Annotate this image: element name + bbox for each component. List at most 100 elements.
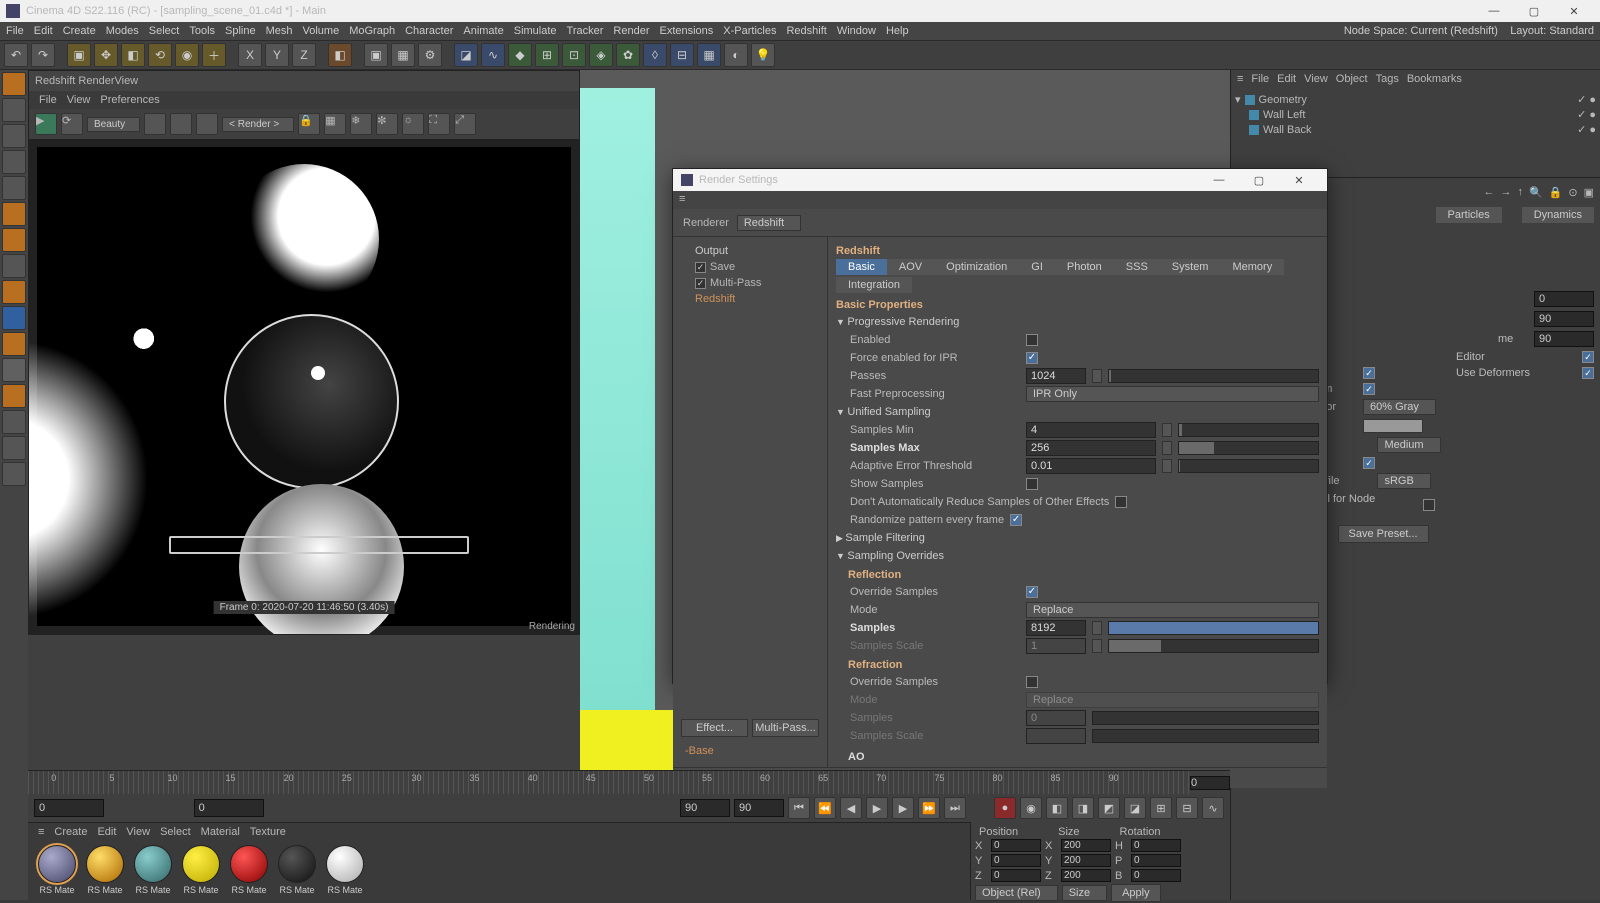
generator-icon[interactable]: ◆ bbox=[508, 43, 532, 67]
rv-options-icon[interactable]: ☼ bbox=[402, 113, 424, 135]
tweak-icon[interactable] bbox=[2, 384, 26, 408]
rv-snow-icon[interactable]: ❄ bbox=[350, 113, 372, 135]
rv-bucket-icon[interactable] bbox=[144, 113, 166, 135]
obj-menu-view[interactable]: View bbox=[1304, 73, 1328, 85]
rs-preset-base[interactable]: -Base bbox=[677, 741, 823, 761]
rs-enabled-checkbox[interactable] bbox=[1026, 334, 1038, 346]
rs-aet-slider[interactable] bbox=[1178, 459, 1319, 473]
attr-linwf-checkbox[interactable] bbox=[1363, 457, 1375, 469]
cube-icon[interactable]: ◧ bbox=[328, 43, 352, 67]
field-icon[interactable]: ⊡ bbox=[562, 43, 586, 67]
rs-refl-mode-dropdown[interactable]: Replace bbox=[1026, 602, 1319, 618]
obj-menu-tags[interactable]: Tags bbox=[1376, 73, 1399, 85]
rs-smax-slider[interactable] bbox=[1178, 441, 1319, 455]
attr-usecc-checkbox[interactable] bbox=[1423, 499, 1435, 511]
coord-b-input[interactable] bbox=[1131, 869, 1181, 882]
renderview-tab[interactable]: Redshift RenderView bbox=[35, 75, 138, 87]
render-region-button[interactable]: ▦ bbox=[391, 43, 415, 67]
frame-start-input[interactable] bbox=[34, 799, 104, 817]
next-frame-button[interactable]: ▶ bbox=[892, 797, 914, 819]
menu-volume[interactable]: Volume bbox=[303, 25, 340, 37]
rs-group-filter[interactable]: Sample Filtering bbox=[836, 529, 1319, 547]
pin-icon[interactable]: ⊙ bbox=[1568, 186, 1577, 199]
frame-end-input[interactable] bbox=[680, 799, 730, 817]
rs-tab-sss[interactable]: SSS bbox=[1114, 259, 1160, 275]
prim-cube-icon[interactable]: ◪ bbox=[454, 43, 478, 67]
rs-tab-memory[interactable]: Memory bbox=[1220, 259, 1284, 275]
nav-back-icon[interactable]: ← bbox=[1483, 186, 1494, 199]
deformer-icon[interactable]: ◈ bbox=[589, 43, 613, 67]
attr-usedef-checkbox[interactable] bbox=[1582, 367, 1594, 379]
minimize-button[interactable]: — bbox=[1474, 0, 1514, 22]
point-mode-icon[interactable] bbox=[2, 150, 26, 174]
key-opts-button[interactable]: ⊟ bbox=[1176, 797, 1198, 819]
render-settings-button[interactable]: ⚙ bbox=[418, 43, 442, 67]
hamburger-icon[interactable]: ≡ bbox=[679, 193, 685, 205]
spinner-icon[interactable] bbox=[1092, 369, 1102, 383]
rs-group-progressive[interactable]: Progressive Rendering bbox=[836, 313, 1319, 331]
rv-refresh-button[interactable]: ⟳ bbox=[61, 113, 83, 135]
grid-icon[interactable]: ▦ bbox=[697, 43, 721, 67]
psr-tool[interactable]: ◉ bbox=[175, 43, 199, 67]
rv-render-dropdown[interactable]: < Render > bbox=[222, 117, 294, 132]
coord-z-input[interactable] bbox=[991, 869, 1041, 882]
rs-group-unified[interactable]: Unified Sampling bbox=[836, 403, 1319, 421]
rv-expand-icon[interactable]: ⤢ bbox=[454, 113, 476, 135]
lock-icon[interactable]: 🔒 bbox=[1549, 186, 1563, 199]
undo-button[interactable]: ↶ bbox=[4, 43, 28, 67]
obj-menu-file[interactable]: File bbox=[1251, 73, 1269, 85]
soft-select-icon[interactable] bbox=[2, 358, 26, 382]
rs-tree-save[interactable]: Save bbox=[677, 259, 823, 275]
rv-menu-file[interactable]: File bbox=[39, 94, 57, 106]
menu-xparticles[interactable]: X-Particles bbox=[723, 25, 776, 37]
obj-menu-bookmarks[interactable]: Bookmarks bbox=[1407, 73, 1462, 85]
timeline-ruler[interactable]: 0 5 10 15 20 25 30 35 40 45 50 55 60 65 … bbox=[28, 770, 1230, 794]
cloner-icon[interactable]: ⊞ bbox=[535, 43, 559, 67]
spinner-icon[interactable] bbox=[1162, 441, 1172, 455]
nav-up-icon[interactable]: ↑ bbox=[1517, 186, 1523, 199]
attr-field-time[interactable] bbox=[1534, 331, 1594, 347]
select-tool[interactable]: ▣ bbox=[67, 43, 91, 67]
rs-refr-override-checkbox[interactable] bbox=[1026, 676, 1038, 688]
coord-apply-button[interactable]: Apply bbox=[1111, 884, 1161, 902]
rv-menu-prefs[interactable]: Preferences bbox=[100, 94, 159, 106]
next-key-button[interactable]: ⏩ bbox=[918, 797, 940, 819]
edge-mode-icon[interactable] bbox=[2, 176, 26, 200]
obj-menu-object[interactable]: Object bbox=[1336, 73, 1368, 85]
coord-size-dropdown[interactable]: Size bbox=[1062, 885, 1107, 901]
hamburger-icon[interactable]: ≡ bbox=[1237, 73, 1243, 85]
bulb-icon[interactable]: 💡 bbox=[751, 43, 775, 67]
rv-menu-view[interactable]: View bbox=[67, 94, 91, 106]
attr-inprof-dropdown[interactable]: sRGB bbox=[1377, 473, 1430, 489]
rs-rand-checkbox[interactable] bbox=[1010, 514, 1022, 526]
attr-usemot-checkbox[interactable] bbox=[1363, 383, 1375, 395]
frame-end2-input[interactable] bbox=[734, 799, 784, 817]
key-pos-button[interactable]: ◧ bbox=[1046, 797, 1068, 819]
uv-mode-icon[interactable] bbox=[2, 228, 26, 252]
texture-mode-icon[interactable] bbox=[2, 254, 26, 278]
coord-x-input[interactable] bbox=[991, 839, 1041, 852]
spinner-icon[interactable] bbox=[1162, 423, 1172, 437]
scale-tool[interactable]: ◧ bbox=[121, 43, 145, 67]
menu-extensions[interactable]: Extensions bbox=[659, 25, 713, 37]
menu-help[interactable]: Help bbox=[886, 25, 909, 37]
menu-redshift[interactable]: Redshift bbox=[786, 25, 826, 37]
menu-create[interactable]: Create bbox=[63, 25, 96, 37]
rs-close-button[interactable]: ✕ bbox=[1279, 169, 1319, 191]
axis-z-button[interactable]: Z bbox=[292, 43, 316, 67]
timeline-end-field[interactable] bbox=[1190, 776, 1230, 790]
coord-sz-input[interactable] bbox=[1061, 869, 1111, 882]
renderer-dropdown[interactable]: Redshift bbox=[737, 215, 801, 231]
menu-file[interactable]: File bbox=[6, 25, 24, 37]
menu-window[interactable]: Window bbox=[837, 25, 876, 37]
rs-dont-checkbox[interactable] bbox=[1115, 496, 1127, 508]
rs-tree-redshift[interactable]: Redshift bbox=[677, 291, 823, 307]
material-item[interactable]: RS Mate bbox=[276, 845, 318, 896]
renderview-canvas[interactable]: Frame 0: 2020-07-20 11:46:50 (3.40s) bbox=[29, 139, 579, 634]
rs-minimize-button[interactable]: — bbox=[1199, 169, 1239, 191]
rs-show-checkbox[interactable] bbox=[1026, 478, 1038, 490]
attr-field-a[interactable] bbox=[1534, 291, 1594, 307]
goto-start-button[interactable]: ⏮ bbox=[788, 797, 810, 819]
axis-y-button[interactable]: Y bbox=[265, 43, 289, 67]
rs-tab-basic[interactable]: Basic bbox=[836, 259, 887, 275]
